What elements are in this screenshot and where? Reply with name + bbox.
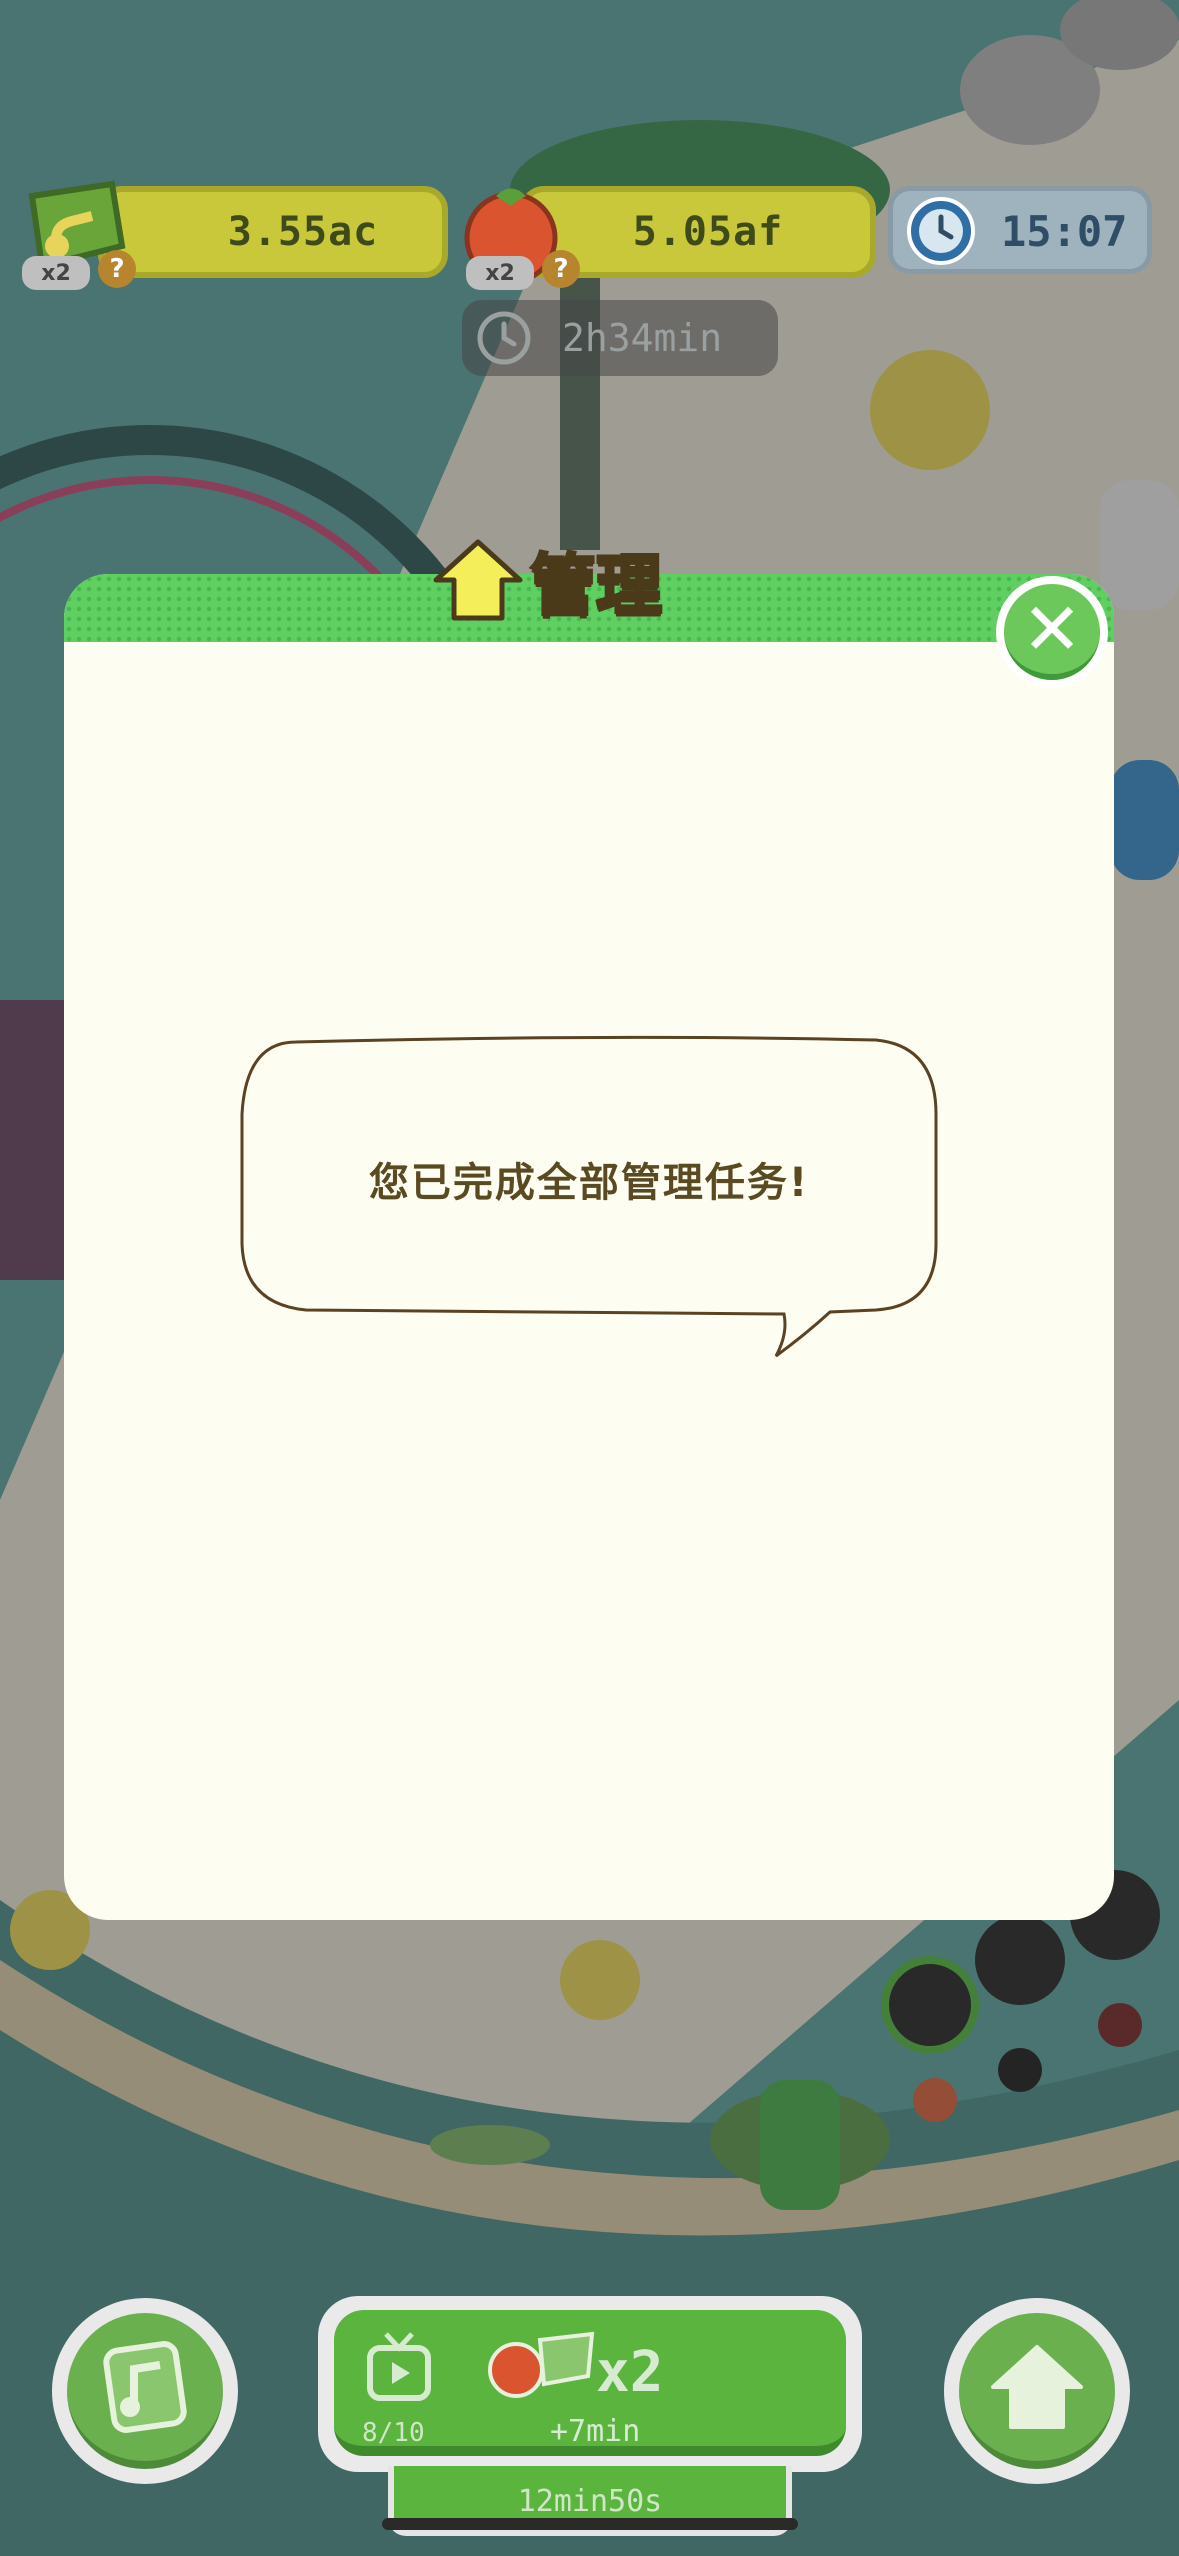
currency-b-multiplier: x2 <box>466 256 534 290</box>
ad-boost-count: 8/10 <box>362 2418 425 2448</box>
house-icon <box>991 2345 1083 2429</box>
music-button-face <box>67 2313 223 2469</box>
clock-icon <box>907 197 975 265</box>
clock-value: 15:07 <box>1001 207 1128 256</box>
close-button[interactable]: ✕ <box>996 576 1108 688</box>
ad-boost-face: 8/10 x2 +7min <box>334 2310 846 2456</box>
currency-a-value: 3.55ac <box>227 209 379 255</box>
close-icon: ✕ <box>1004 584 1100 680</box>
currency-b-value: 5.05af <box>632 209 784 255</box>
currency-a-multiplier: x2 <box>22 256 90 290</box>
home-indicator-bar[interactable] <box>382 2518 798 2530</box>
tv-icon <box>367 2332 431 2401</box>
currency-a-pill: 3.55ac <box>98 186 448 278</box>
dialog-title-text: 管理 <box>529 546 664 626</box>
boost-timer-value: 2h34min <box>562 316 723 360</box>
boost-currency-icons <box>488 2331 595 2398</box>
home-button[interactable] <box>944 2298 1130 2484</box>
house-icon <box>433 539 523 621</box>
ad-boost-button[interactable]: 8/10 x2 +7min <box>318 2296 862 2472</box>
dialog-message: 您已完成全部管理任务! <box>368 1160 810 1206</box>
timer-clock-icon <box>477 311 531 365</box>
boost-remaining-timer: 2h34min <box>462 300 778 376</box>
dialog-title: 管理 <box>430 528 710 628</box>
ad-boost-multiplier: x2 <box>596 2340 664 2405</box>
home-button-face <box>959 2313 1115 2469</box>
currency-b-help-icon[interactable]: ? <box>542 250 580 288</box>
music-button[interactable] <box>52 2298 238 2484</box>
currency-a-help-icon[interactable]: ? <box>98 250 136 288</box>
game-clock[interactable]: 15:07 <box>888 186 1152 274</box>
ad-boost-time-add: +7min <box>550 2414 641 2449</box>
music-note-icon <box>103 2341 187 2433</box>
